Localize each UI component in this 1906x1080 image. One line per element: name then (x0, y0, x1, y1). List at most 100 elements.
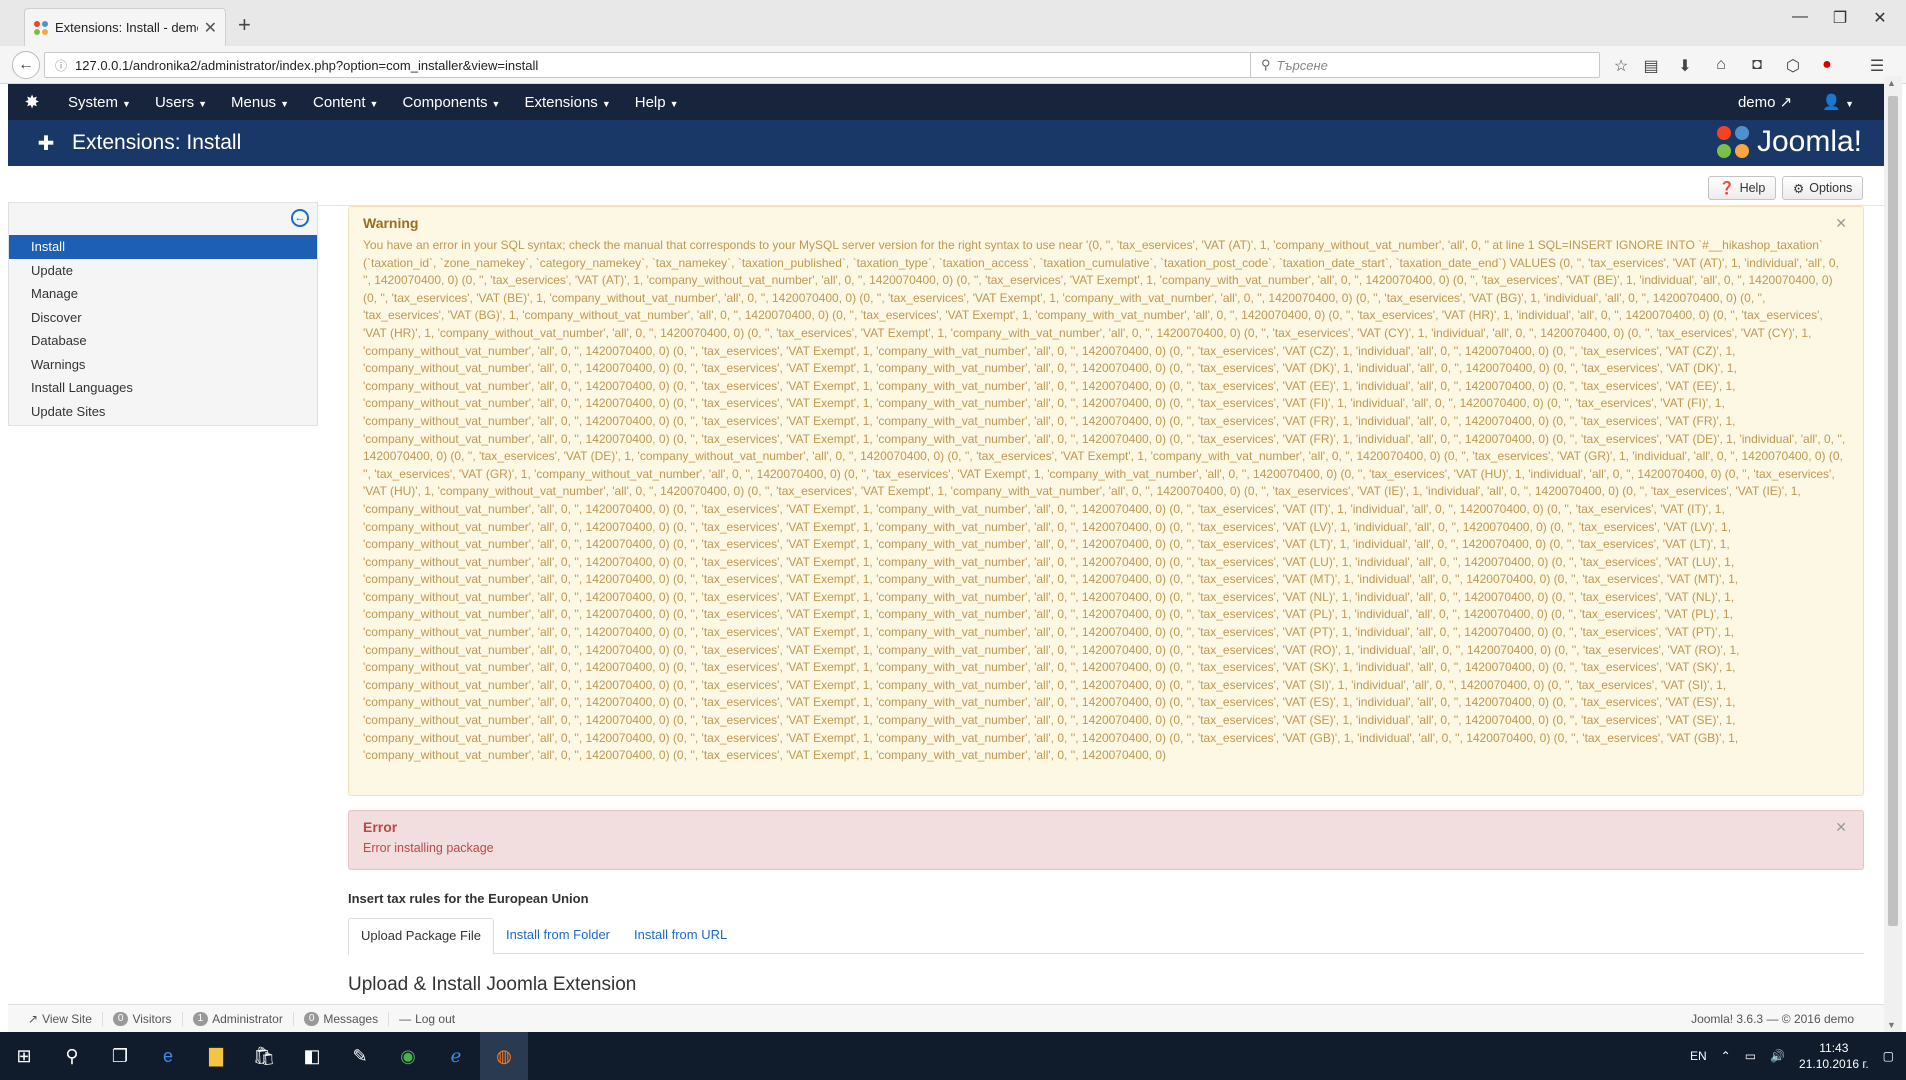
task-view-icon[interactable]: ❐ (96, 1032, 144, 1080)
close-icon[interactable]: ✕ (1835, 215, 1847, 232)
menu-menus[interactable]: Menus ▼ (219, 94, 301, 111)
app-icon[interactable]: ◧ (288, 1032, 336, 1080)
close-tab-icon[interactable]: ✕ (204, 18, 217, 38)
windows-start-icon[interactable]: ⊞ (0, 1032, 48, 1080)
section-title: Insert tax rules for the European Union (348, 891, 589, 906)
menu-label: System (68, 93, 119, 111)
tab-install-from-url[interactable]: Install from URL (622, 918, 739, 953)
minus-icon: — (399, 1011, 412, 1026)
menu-content[interactable]: Content ▼ (301, 94, 390, 111)
adblock-icon[interactable]: ● (1814, 56, 1840, 74)
sidebar-item-discover[interactable]: Discover (9, 306, 317, 330)
tab-upload-package-file[interactable]: Upload Package File (348, 918, 494, 955)
clock[interactable]: 11:43 21.10.2016 г. (1799, 1040, 1869, 1072)
new-tab-icon[interactable]: + (238, 12, 251, 38)
user-menu[interactable]: 👤 ▼ (1822, 93, 1854, 111)
close-icon[interactable]: ✕ (1835, 819, 1847, 836)
tab-install-from-folder[interactable]: Install from Folder (494, 918, 622, 953)
puzzle-icon: ✚ (37, 132, 55, 155)
error-alert: ✕ Error Error installing package (348, 810, 1864, 870)
error-message: Error installing package (363, 841, 494, 855)
maximize-icon[interactable]: ❐ (1820, 8, 1860, 28)
url-text: 127.0.0.1/andronika2/administrator/index… (75, 57, 539, 73)
firefox-icon[interactable]: ◍ (480, 1032, 528, 1080)
joomla-favicon-icon (34, 20, 48, 35)
edge-icon[interactable]: e (144, 1032, 192, 1080)
external-link-icon: ↗ (28, 1011, 39, 1026)
search-input[interactable]: ⚲ Търсене (1250, 52, 1600, 78)
visitors-label: Visitors (132, 1011, 172, 1026)
network-icon[interactable]: ▭ (1745, 1049, 1756, 1063)
page-scrollbar[interactable]: ▲ ▼ (1884, 76, 1902, 1032)
sidebar-item-update-sites[interactable]: Update Sites (9, 400, 317, 424)
caret-down-icon: ▼ (669, 98, 679, 109)
options-button[interactable]: ⚙ Options (1782, 176, 1864, 200)
admin-top-menu: ✸ System ▼ Users ▼ Menus ▼ Content ▼ Compone… (8, 84, 1884, 120)
file-explorer-icon[interactable]: ▇ (192, 1032, 240, 1080)
internet-explorer-icon[interactable]: ℯ (432, 1032, 480, 1080)
clock-time: 11:43 (1819, 1041, 1849, 1055)
back-icon[interactable]: ← (12, 51, 40, 79)
notifications-icon[interactable]: ▢ (1883, 1049, 1894, 1063)
reading-list-icon[interactable]: ▤ (1638, 56, 1664, 76)
external-link-icon: ↗ (1779, 94, 1793, 111)
warning-message: You have an error in your SQL syntax; ch… (363, 238, 1846, 763)
menu-extensions[interactable]: Extensions ▼ (512, 94, 622, 111)
admin-badge: 1 (192, 1011, 209, 1026)
info-icon[interactable]: ⓘ (55, 57, 67, 74)
sidebar-item-update[interactable]: Update (9, 259, 317, 283)
menu-label: Menus (231, 93, 277, 111)
menu-help[interactable]: Help ▼ (623, 94, 691, 111)
scroll-up-icon[interactable]: ▲ (1887, 78, 1896, 88)
sidebar-list: Install Update Manage Discover Database … (9, 235, 317, 423)
messages-badge: 0 (303, 1011, 320, 1026)
sidebar-item-warnings[interactable]: Warnings (9, 353, 317, 377)
menu-users[interactable]: Users ▼ (143, 94, 219, 111)
menu-label: Components (402, 93, 488, 111)
collapse-sidebar-icon[interactable]: ← (291, 209, 309, 227)
copyright: Joomla! 3.6.3 — © 2016 demo (1691, 1011, 1854, 1026)
scrollbar-thumb[interactable] (1888, 96, 1898, 926)
menu-label: Help (634, 93, 666, 111)
volume-icon[interactable]: 🔊 (1770, 1049, 1785, 1063)
error-title: Error (363, 819, 398, 835)
scroll-down-icon[interactable]: ▼ (1887, 1020, 1896, 1030)
sidebar-item-database[interactable]: Database (9, 329, 317, 353)
view-site-label: View Site (42, 1011, 92, 1026)
caret-down-icon: ▼ (122, 98, 131, 109)
minimize-icon[interactable]: — (1780, 8, 1820, 26)
sidebar-item-install[interactable]: Install (9, 235, 317, 259)
help-button[interactable]: ❓ Help (1708, 176, 1777, 200)
notes-icon[interactable]: ✎ (336, 1032, 384, 1080)
system-tray: EN ⌃ ▭ 🔊 11:43 21.10.2016 г. ▢ (1690, 1032, 1894, 1080)
browser-tab[interactable]: Extensions: Install - demo ... ✕ (24, 8, 226, 46)
admin-label: Administrator (212, 1011, 283, 1026)
download-icon[interactable]: ⬇ (1672, 56, 1698, 76)
site-link[interactable]: demo ↗ (1738, 93, 1792, 111)
search-icon[interactable]: ⚲ (48, 1032, 96, 1080)
sidebar-item-install-languages[interactable]: Install Languages (9, 376, 317, 400)
question-icon: ❓ (1719, 180, 1735, 195)
store-icon[interactable]: 🛍 (240, 1032, 288, 1080)
menu-components[interactable]: Components ▼ (390, 94, 512, 111)
tray-expand-icon[interactable]: ⌃ (1721, 1049, 1731, 1063)
chrome-icon[interactable]: ◉ (384, 1032, 432, 1080)
sidebar-item-manage[interactable]: Manage (9, 282, 317, 306)
windows-taskbar: ⊞ ⚲ ❐ e ▇ 🛍 ◧ ✎ ◉ ℯ ◍ EN ⌃ ▭ 🔊 11:43 21.… (0, 1032, 1906, 1080)
menu-hamburger-icon[interactable]: ☰ (1864, 56, 1890, 76)
joomla-logo-icon[interactable]: ✸ (8, 92, 56, 113)
logout-link[interactable]: — Log out (389, 1012, 465, 1026)
search-placeholder: Търсене (1276, 57, 1328, 73)
url-bar[interactable]: ⓘ 127.0.0.1/andronika2/administrator/ind… (44, 52, 1274, 78)
bookmark-star-icon[interactable]: ☆ (1608, 56, 1634, 76)
pocket-icon[interactable]: ◘ (1744, 56, 1770, 74)
messages-link[interactable]: 0 Messages (294, 1011, 390, 1026)
language-indicator[interactable]: EN (1690, 1049, 1707, 1063)
close-window-icon[interactable]: ✕ (1860, 8, 1900, 28)
admin-status: 1 Administrator (183, 1011, 294, 1026)
joomla-logo-mark-icon (1716, 126, 1749, 158)
home-icon[interactable]: ⌂ (1708, 56, 1734, 74)
view-site-link[interactable]: ↗ View Site (18, 1011, 103, 1026)
menu-system[interactable]: System ▼ (56, 94, 143, 111)
extension-icon[interactable]: ⬡ (1780, 56, 1806, 76)
